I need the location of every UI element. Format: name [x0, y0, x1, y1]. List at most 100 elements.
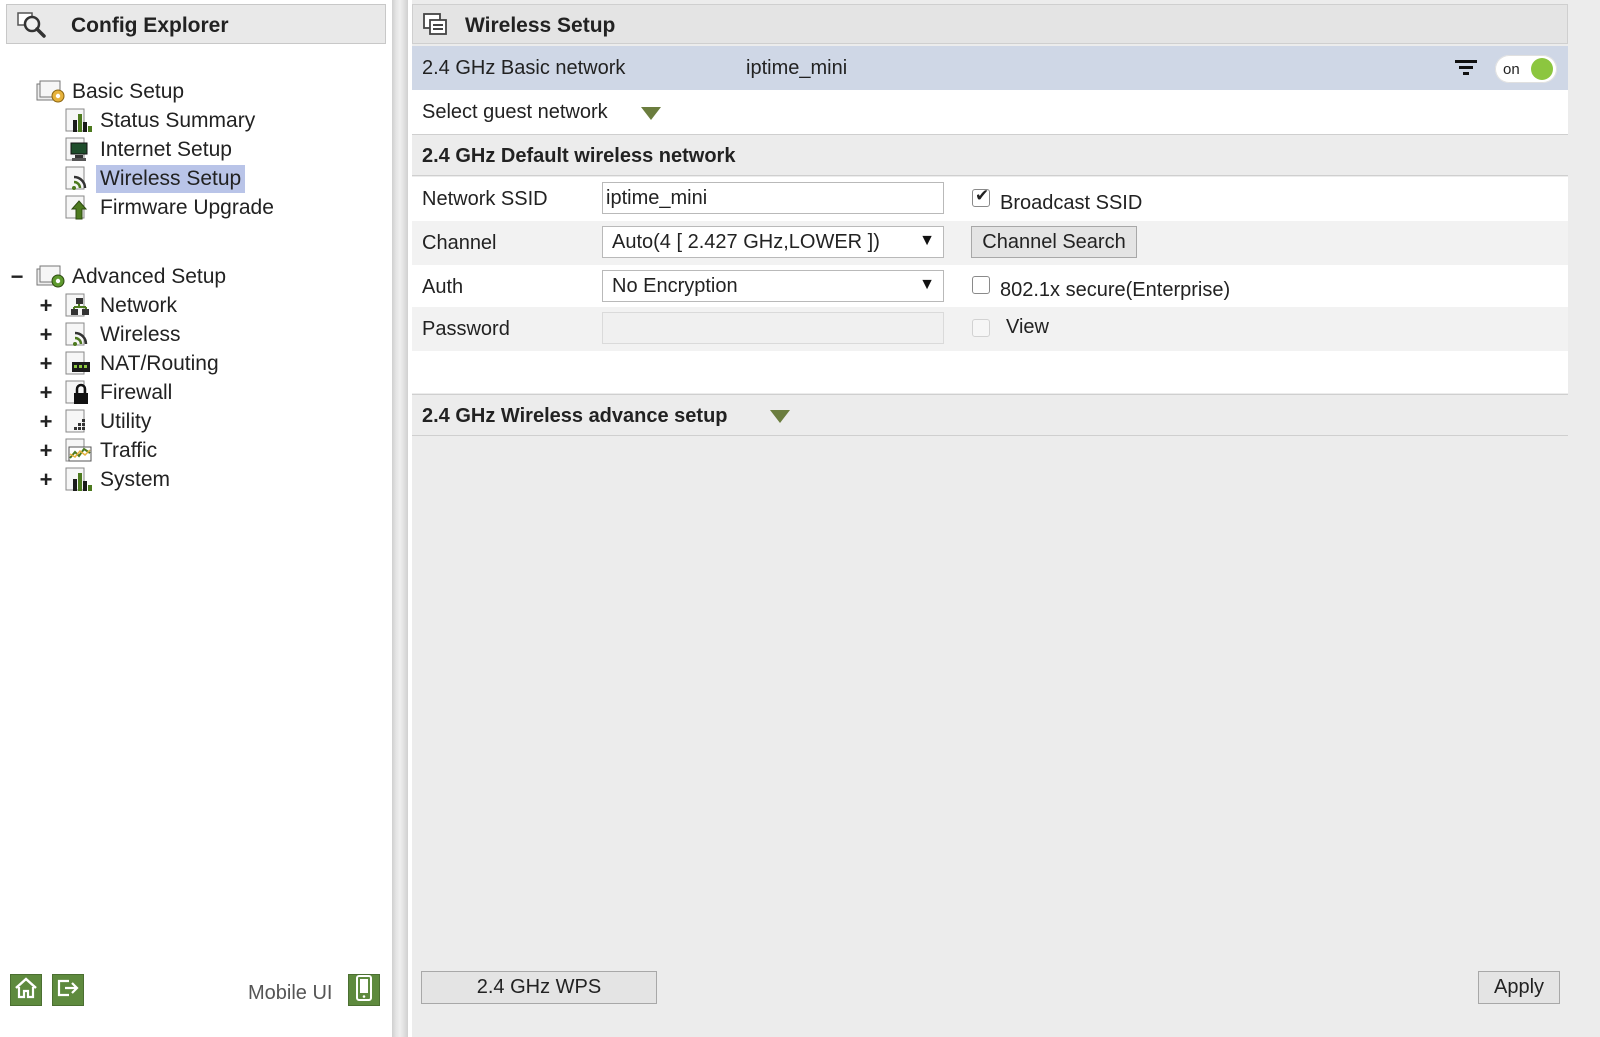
- guest-network-selector[interactable]: Select guest network: [412, 90, 1568, 134]
- logout-icon: [56, 977, 80, 1004]
- tree-item-firmware-upgrade[interactable]: Firmware Upgrade: [62, 194, 278, 222]
- enterprise-label: 802.1x secure(Enterprise): [1000, 279, 1231, 301]
- tree-item-label: Traffic: [100, 439, 158, 462]
- tree-item-label: System: [100, 468, 171, 491]
- folder-gear-icon: [34, 78, 68, 106]
- view-password-checkbox[interactable]: [972, 319, 990, 337]
- wifi-icon: [62, 321, 96, 349]
- auth-select-value: No Encryption: [612, 275, 738, 297]
- tree-item-label: Internet Setup: [100, 138, 232, 161]
- basic-network-bar: 2.4 GHz Basic network iptime_mini on: [412, 46, 1568, 90]
- section-title-text: 2.4 GHz Wireless advance setup: [422, 405, 728, 427]
- expand-icon[interactable]: +: [38, 321, 54, 349]
- tree-item-internet-setup[interactable]: Internet Setup: [62, 136, 236, 164]
- network-icon: [62, 292, 96, 320]
- triangle-down-icon[interactable]: [641, 107, 661, 120]
- broadcast-ssid-checkbox[interactable]: ✔: [972, 186, 990, 207]
- channel-select-value: Auto(4 [ 2.427 GHz,LOWER ]): [612, 231, 880, 253]
- page-title: Wireless Setup: [465, 14, 616, 37]
- filter-icon[interactable]: [1454, 58, 1478, 85]
- auth-row: Auth No Encryption ▼ 802.1x secure(Enter…: [412, 265, 1568, 309]
- ssid-label: Network SSID: [422, 188, 548, 210]
- config-explorer-header: Config Explorer: [6, 4, 386, 44]
- default-network-section-title: 2.4 GHz Default wireless network: [412, 134, 1568, 176]
- dropdown-caret-icon: ▼: [919, 276, 935, 293]
- view-password-label: View: [1006, 316, 1049, 338]
- toggle-label: on: [1503, 61, 1520, 78]
- monitor-icon: [62, 136, 96, 164]
- password-input[interactable]: [602, 312, 944, 344]
- auth-select[interactable]: No Encryption ▼: [602, 270, 944, 302]
- home-button[interactable]: [10, 974, 42, 1006]
- channel-row: Channel Auto(4 [ 2.427 GHz,LOWER ]) ▼ Ch…: [412, 221, 1568, 265]
- lock-icon: [62, 379, 96, 407]
- check-mark-icon: ✔: [975, 186, 990, 205]
- config-explorer-title: Config Explorer: [71, 14, 229, 37]
- basic-network-label: 2.4 GHz Basic network: [422, 57, 626, 79]
- line-chart-icon: [62, 437, 96, 465]
- enterprise-checkbox[interactable]: [972, 276, 990, 294]
- utility-grid-icon: [62, 408, 96, 436]
- section-title-text: 2.4 GHz Default wireless network: [422, 145, 736, 167]
- bar-chart-icon: [62, 107, 96, 135]
- tree-item-utility[interactable]: Utility: [62, 408, 155, 436]
- bar-chart-icon: [62, 466, 96, 494]
- password-row: Password View: [412, 307, 1568, 351]
- config-explorer-panel: Config Explorer Basic Setup Status Summa…: [0, 0, 393, 1037]
- upload-arrow-icon: [62, 194, 96, 222]
- wireless-setup-panel: Wireless Setup 2.4 GHz Basic network ipt…: [412, 0, 1600, 1037]
- form-spacer: [412, 351, 1568, 393]
- tree-item-system[interactable]: System: [62, 466, 174, 494]
- tree-item-wireless[interactable]: Wireless: [62, 321, 185, 349]
- router-icon: [62, 350, 96, 378]
- expand-icon[interactable]: +: [38, 408, 54, 436]
- expand-icon[interactable]: +: [38, 466, 54, 494]
- action-bar: 2.4 GHz WPS Apply: [412, 968, 1600, 1008]
- tree-advanced-setup[interactable]: Advanced Setup: [34, 263, 230, 291]
- toggle-knob: [1531, 58, 1553, 80]
- tree-item-label: Firmware Upgrade: [100, 196, 274, 219]
- wifi-icon: [62, 165, 96, 193]
- tree-item-firewall[interactable]: Firewall: [62, 379, 176, 407]
- mobile-ui-button[interactable]: [348, 974, 380, 1006]
- broadcast-ssid-label: Broadcast SSID: [1000, 192, 1143, 214]
- mobile-ui-label[interactable]: Mobile UI: [248, 982, 332, 1005]
- tree-item-wireless-setup[interactable]: Wireless Setup: [62, 165, 246, 193]
- triangle-down-icon[interactable]: [770, 410, 790, 423]
- tree-item-label: Wireless Setup: [96, 165, 246, 193]
- wps-button[interactable]: 2.4 GHz WPS: [421, 971, 657, 1004]
- panel-splitter[interactable]: [392, 0, 408, 1037]
- expand-icon[interactable]: +: [38, 350, 54, 378]
- tree-item-label: Network: [100, 294, 178, 317]
- tree-item-network[interactable]: Network: [62, 292, 181, 320]
- network-on-toggle[interactable]: on: [1495, 55, 1557, 83]
- basic-network-ssid: iptime_mini: [746, 57, 848, 79]
- logout-button[interactable]: [52, 974, 84, 1006]
- tree-item-label: Firewall: [100, 381, 173, 404]
- tree-basic-setup-label: Basic Setup: [72, 80, 185, 103]
- tree-basic-setup[interactable]: Basic Setup: [34, 78, 188, 106]
- expand-icon[interactable]: +: [38, 379, 54, 407]
- home-icon: [14, 976, 38, 1004]
- channel-search-button[interactable]: Channel Search: [971, 226, 1137, 258]
- expand-icon[interactable]: +: [38, 437, 54, 465]
- advance-setup-section-title[interactable]: 2.4 GHz Wireless advance setup: [412, 394, 1568, 436]
- tree-item-label: NAT/Routing: [100, 352, 219, 375]
- apply-button[interactable]: Apply: [1478, 971, 1560, 1004]
- auth-label: Auth: [422, 276, 464, 298]
- tree-item-label: Status Summary: [100, 109, 256, 132]
- tree-item-nat-routing[interactable]: NAT/Routing: [62, 350, 223, 378]
- window-icon: [423, 13, 449, 42]
- channel-select[interactable]: Auto(4 [ 2.427 GHz,LOWER ]) ▼: [602, 226, 944, 258]
- password-label: Password: [422, 318, 510, 340]
- dropdown-caret-icon: ▼: [919, 232, 935, 249]
- ssid-row: Network SSID ✔ Broadcast SSID: [412, 177, 1568, 221]
- channel-label: Channel: [422, 232, 497, 254]
- expand-icon[interactable]: +: [38, 292, 54, 320]
- magnifier-icon: [17, 12, 47, 43]
- folder-gear-green-icon: [34, 263, 68, 291]
- tree-item-traffic[interactable]: Traffic: [62, 437, 161, 465]
- collapse-icon[interactable]: −: [9, 263, 25, 291]
- ssid-input[interactable]: [602, 182, 944, 214]
- tree-item-status-summary[interactable]: Status Summary: [62, 107, 259, 135]
